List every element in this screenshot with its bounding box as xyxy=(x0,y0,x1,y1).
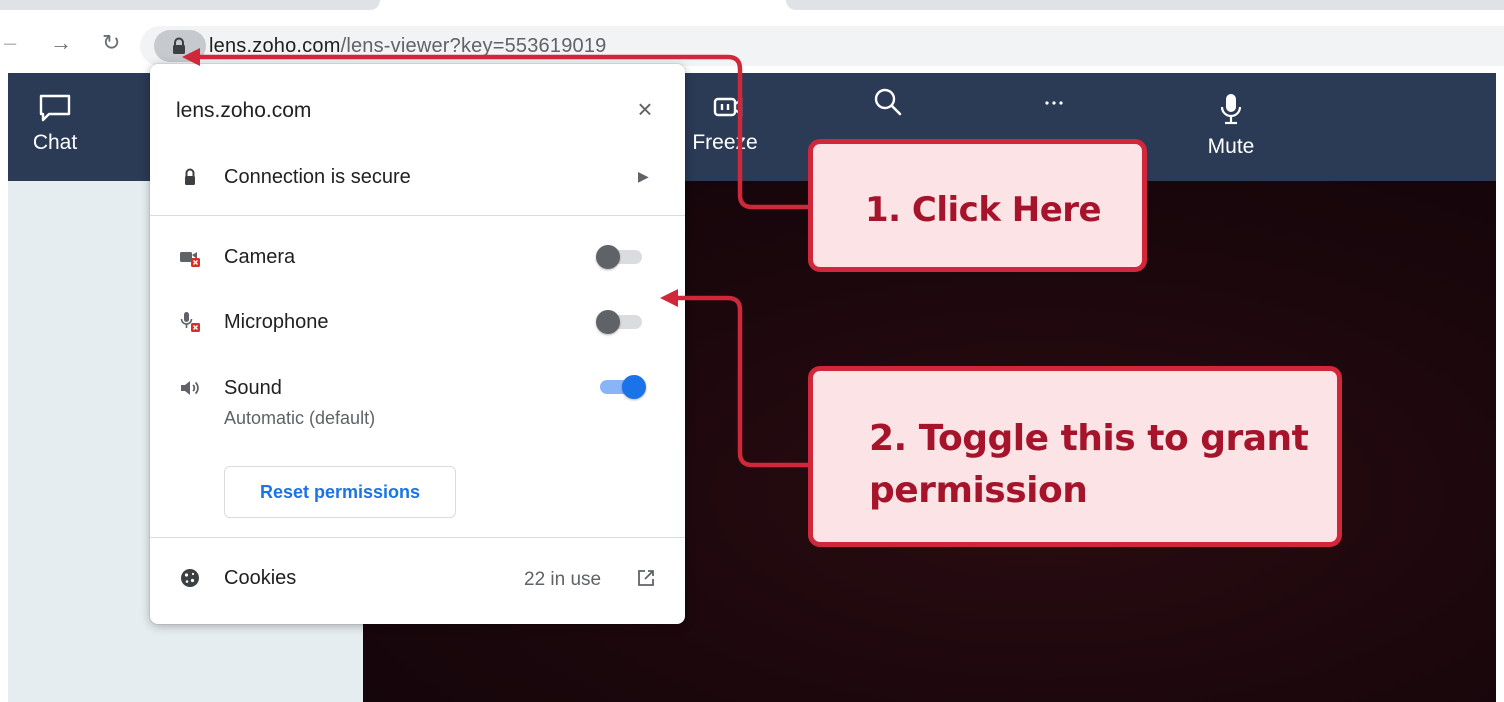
annotation-callout-step2: 2. Toggle this to grant permission xyxy=(808,366,1342,547)
annotation-callout-step1: 1. Click Here xyxy=(808,139,1147,272)
arrow-step1 xyxy=(200,54,808,210)
arrow-step2-head xyxy=(660,289,678,307)
callout-text: 1. Click Here xyxy=(865,190,1102,230)
arrow-step2 xyxy=(678,295,808,468)
callout-text: 2. Toggle this to grant permission xyxy=(869,418,1309,511)
arrow-step1-head xyxy=(182,48,200,66)
screen: – → ↻ lens.zoho.com/lens-viewer?key=5536… xyxy=(0,0,1504,702)
annotation-arrows xyxy=(182,48,808,468)
